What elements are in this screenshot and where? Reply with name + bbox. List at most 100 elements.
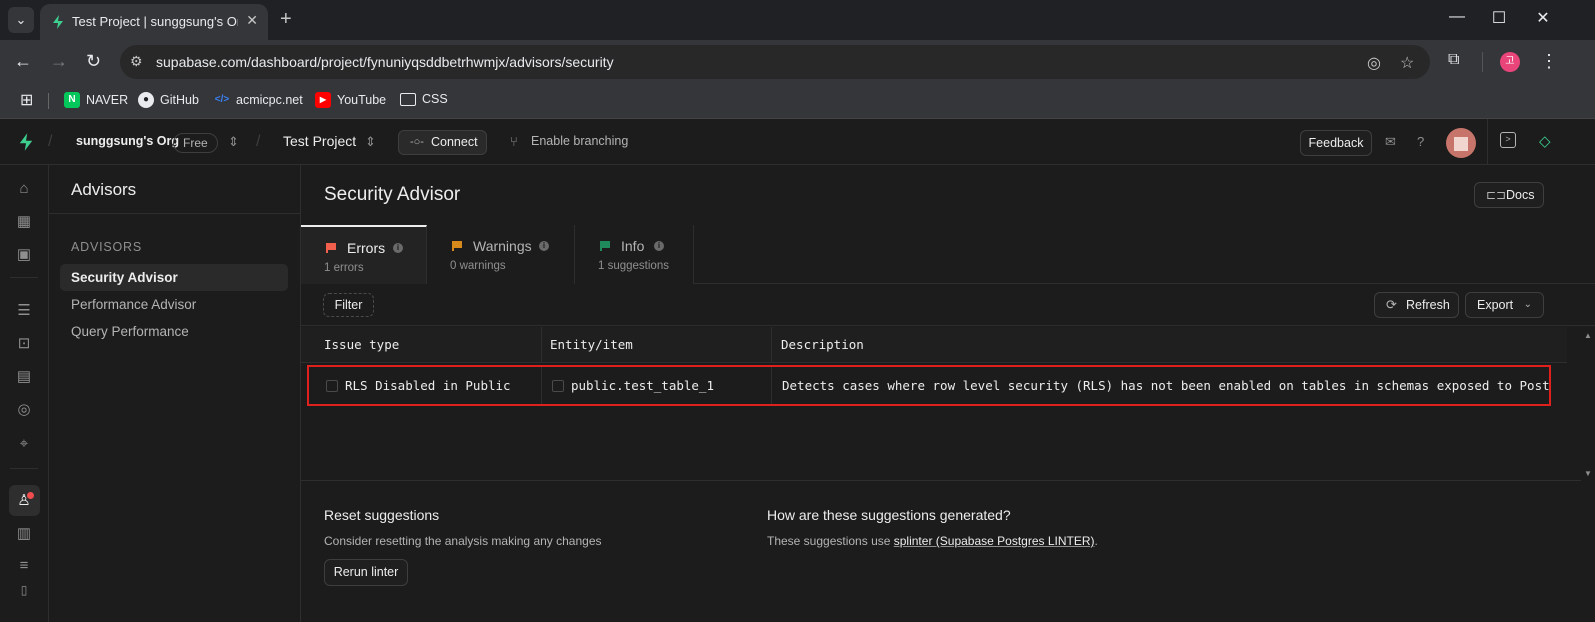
reload-button[interactable]: ↻ [86, 51, 101, 72]
logs-list-icon[interactable]: ≡ [15, 557, 33, 575]
realtime-icon[interactable]: ◎ [15, 401, 33, 419]
issues-grid: Issue type Entity/item Description RLS D… [301, 327, 1595, 481]
table-row[interactable]: RLS Disabled in Public public.test_table… [307, 365, 1551, 406]
extensions-icon[interactable]: ⧉ [1448, 51, 1459, 69]
reset-suggestions-title: Reset suggestions [324, 507, 440, 523]
info-icon[interactable]: i [393, 243, 403, 253]
docs-button[interactable]: ⊏⊐ Docs [1474, 182, 1544, 208]
table-icon [326, 380, 338, 392]
org-name[interactable]: sunggsung's Org [76, 134, 179, 148]
advisors-sidebar: Advisors ADVISORS Security Advisor Perfo… [49, 165, 301, 622]
url-text[interactable]: supabase.com/dashboard/project/fynuniyqs… [156, 54, 614, 70]
maximize-button[interactable]: ☐ [1484, 8, 1514, 28]
plug-icon: -○- [410, 136, 424, 148]
storage-icon[interactable]: ▤ [15, 368, 33, 386]
column-header-description[interactable]: Description [772, 327, 1567, 363]
avatar-image [1454, 137, 1468, 151]
icon-rail: ⌂ ▦ ▣ ☰ ⊡ ▤ ◎ ⌖ ♙ ▥ ≡ ▯ [0, 165, 49, 622]
sidebar-item-query-performance[interactable]: Query Performance [60, 318, 288, 345]
app-topbar: / sunggsung's Org Free ⇕ / Test Project … [0, 119, 1595, 165]
bookmark-naver[interactable]: N NAVER [64, 92, 128, 108]
page-title: Security Advisor [324, 184, 461, 205]
grid-scrollbar[interactable]: ▲ ▼ [1581, 327, 1595, 481]
help-icon[interactable]: ? [1417, 134, 1424, 149]
database-icon[interactable]: ☰ [15, 302, 33, 320]
column-header-entity[interactable]: Entity/item [542, 327, 772, 363]
branch-icon: ⑂ [510, 134, 518, 149]
tab-info[interactable]: Info i 1 suggestions [575, 225, 694, 284]
export-button[interactable]: Export ⌄ [1465, 292, 1544, 318]
connect-button[interactable]: -○- Connect [398, 130, 487, 155]
bookmark-star-icon[interactable]: ☆ [1400, 53, 1414, 73]
enable-branching-button[interactable]: Enable branching [531, 134, 628, 148]
rerun-linter-button[interactable]: Rerun linter [324, 559, 408, 586]
sidebar-item-security-advisor[interactable]: Security Advisor [60, 264, 288, 291]
main-content: Security Advisor ⊏⊐ Docs Errors i 1 erro… [301, 165, 1595, 622]
tab-warnings[interactable]: Warnings i 0 warnings [427, 225, 575, 284]
description-cell[interactable]: Detects cases where row level security (… [772, 367, 1549, 404]
project-switcher-chevron-icon[interactable]: ⇕ [365, 134, 376, 150]
site-info-icon[interactable]: ⚙ [130, 53, 148, 71]
entity-cell[interactable]: public.test_table_1 [542, 367, 772, 404]
code-icon: </> [214, 94, 230, 105]
tab-search-button[interactable]: ⌄ [8, 7, 34, 33]
eye-off-icon[interactable]: ◎ [1367, 53, 1381, 73]
forward-button[interactable]: → [50, 51, 68, 72]
tab-info-label: Info [621, 238, 645, 254]
sidebar-toggle-icon[interactable]: ▯ [15, 581, 33, 599]
tab-close-icon[interactable]: ✕ [246, 12, 258, 29]
apps-grid-icon[interactable]: ⊞ [20, 90, 33, 110]
warning-flag-icon [452, 241, 462, 251]
column-header-issue-type[interactable]: Issue type [301, 327, 542, 363]
refresh-button[interactable]: ⟳ Refresh [1374, 292, 1459, 318]
table-editor-icon[interactable]: ▦ [15, 213, 33, 231]
breadcrumb-separator: / [256, 133, 261, 150]
tab-errors-count: 1 errors [324, 262, 364, 274]
tab-errors[interactable]: Errors i 1 errors [301, 225, 427, 284]
scroll-up-arrow-icon[interactable]: ▲ [1584, 331, 1592, 340]
sql-editor-icon[interactable]: ▣ [15, 246, 33, 264]
new-tab-button[interactable]: + [280, 8, 292, 30]
project-name[interactable]: Test Project [283, 133, 356, 149]
filter-button[interactable]: Filter [323, 293, 374, 317]
bookmark-acmicpc[interactable]: </> acmicpc.net [214, 92, 303, 108]
plan-badge: Free [173, 133, 218, 153]
browser-tab-active[interactable]: Test Project | sunggsung's Org ✕ [40, 4, 268, 40]
minimize-button[interactable]: — [1442, 8, 1472, 26]
info-icon[interactable]: i [654, 241, 664, 251]
sidebar-item-performance-advisor[interactable]: Performance Advisor [60, 291, 288, 318]
back-button[interactable]: ← [14, 51, 32, 72]
feedback-button[interactable]: Feedback [1300, 130, 1372, 156]
issue-type-cell[interactable]: RLS Disabled in Public [309, 367, 542, 404]
tab-info-count: 1 suggestions [598, 260, 669, 272]
refresh-icon: ⟳ [1386, 297, 1397, 312]
reports-chart-icon[interactable]: ▥ [15, 525, 33, 543]
scroll-down-arrow-icon[interactable]: ▼ [1584, 469, 1592, 478]
bookmark-css-folder[interactable]: CSS [400, 92, 448, 106]
sql-terminal-button[interactable]: > [1487, 119, 1527, 165]
inbox-icon[interactable]: ✉ [1385, 134, 1396, 150]
user-avatar[interactable] [1446, 128, 1476, 158]
close-window-button[interactable]: ✕ [1528, 8, 1558, 28]
supabase-logo-icon[interactable] [16, 132, 36, 152]
splinter-link[interactable]: splinter (Supabase Postgres LINTER) [894, 534, 1095, 548]
bookmark-github[interactable]: ● GitHub [138, 92, 199, 108]
naver-icon: N [64, 92, 80, 108]
bookmark-youtube[interactable]: ▶ YouTube [315, 92, 386, 108]
sidebar-divider [49, 213, 301, 214]
browser-menu-icon[interactable]: ⋮ [1540, 51, 1558, 72]
terminal-icon: > [1500, 132, 1516, 148]
supabase-app: / sunggsung's Org Free ⇕ / Test Project … [0, 119, 1595, 622]
org-switcher-chevron-icon[interactable]: ⇕ [228, 134, 239, 150]
profile-avatar[interactable]: 고 [1500, 52, 1520, 72]
edge-functions-icon[interactable]: ⌖ [15, 435, 33, 453]
browser-tabbar: ⌄ Test Project | sunggsung's Org ✕ + — ☐… [0, 0, 1595, 40]
home-icon[interactable]: ⌂ [15, 180, 33, 198]
address-bar[interactable]: ⚙ supabase.com/dashboard/project/fynuniy… [120, 45, 1430, 79]
folder-icon [400, 92, 416, 106]
info-icon[interactable]: i [539, 241, 549, 251]
bookmarks-bar: ⊞ N NAVER ● GitHub </> acmicpc.net ▶ YouTube… [0, 83, 1595, 119]
auth-lock-icon[interactable]: ⊡ [15, 335, 33, 353]
assistant-icon[interactable]: ◇ [1539, 132, 1551, 150]
browser-toolbar: ← → ↻ ⚙ supabase.com/dashboard/project/f… [0, 40, 1595, 83]
